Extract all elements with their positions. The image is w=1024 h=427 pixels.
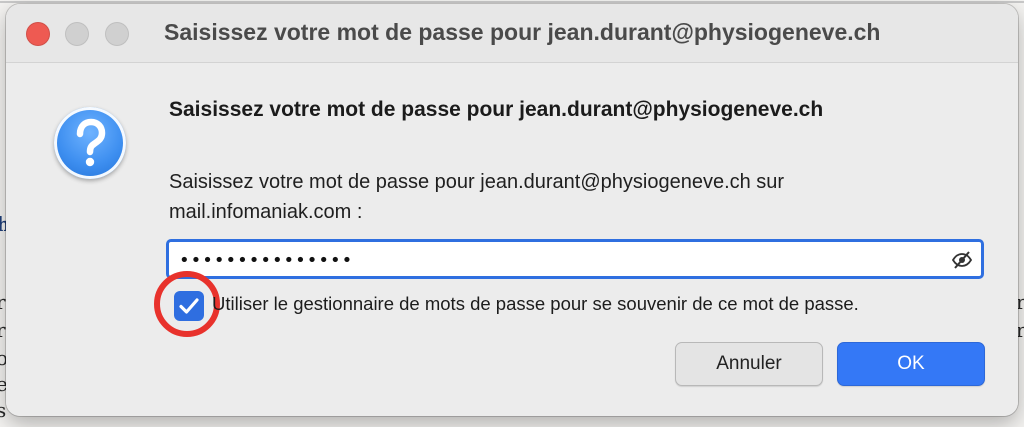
window-minimize-button xyxy=(65,22,89,46)
annotation-highlight-circle xyxy=(154,271,220,337)
dialog-content: Saisissez votre mot de passe pour jean.d… xyxy=(6,63,1018,416)
question-icon xyxy=(54,107,126,179)
ok-button[interactable]: OK xyxy=(837,342,985,386)
dialog-heading: Saisissez votre mot de passe pour jean.d… xyxy=(169,98,824,121)
remember-password-row: Utiliser le gestionnaire de mots de pass… xyxy=(154,271,996,337)
cancel-button[interactable]: Annuler xyxy=(675,342,823,386)
background-text-fragment: r xyxy=(0,290,6,314)
remember-password-label[interactable]: Utiliser le gestionnaire de mots de pass… xyxy=(212,293,859,315)
password-dialog: Saisissez votre mot de passe pour jean.d… xyxy=(6,4,1018,416)
background-text-fragment: r xyxy=(0,318,6,342)
title-bar: Saisissez votre mot de passe pour jean.d… xyxy=(6,4,1018,63)
dialog-message: Saisissez votre mot de passe pour jean.d… xyxy=(169,171,785,223)
eye-slash-icon[interactable] xyxy=(951,249,973,271)
window-title: Saisissez votre mot de passe pour jean.d… xyxy=(164,19,881,45)
password-input[interactable]: ••••••••••••••• xyxy=(166,239,984,279)
background-divider xyxy=(0,1,1024,3)
window-zoom-button xyxy=(105,22,129,46)
window-close-button[interactable] xyxy=(26,22,50,46)
password-mask: ••••••••••••••• xyxy=(179,250,354,271)
